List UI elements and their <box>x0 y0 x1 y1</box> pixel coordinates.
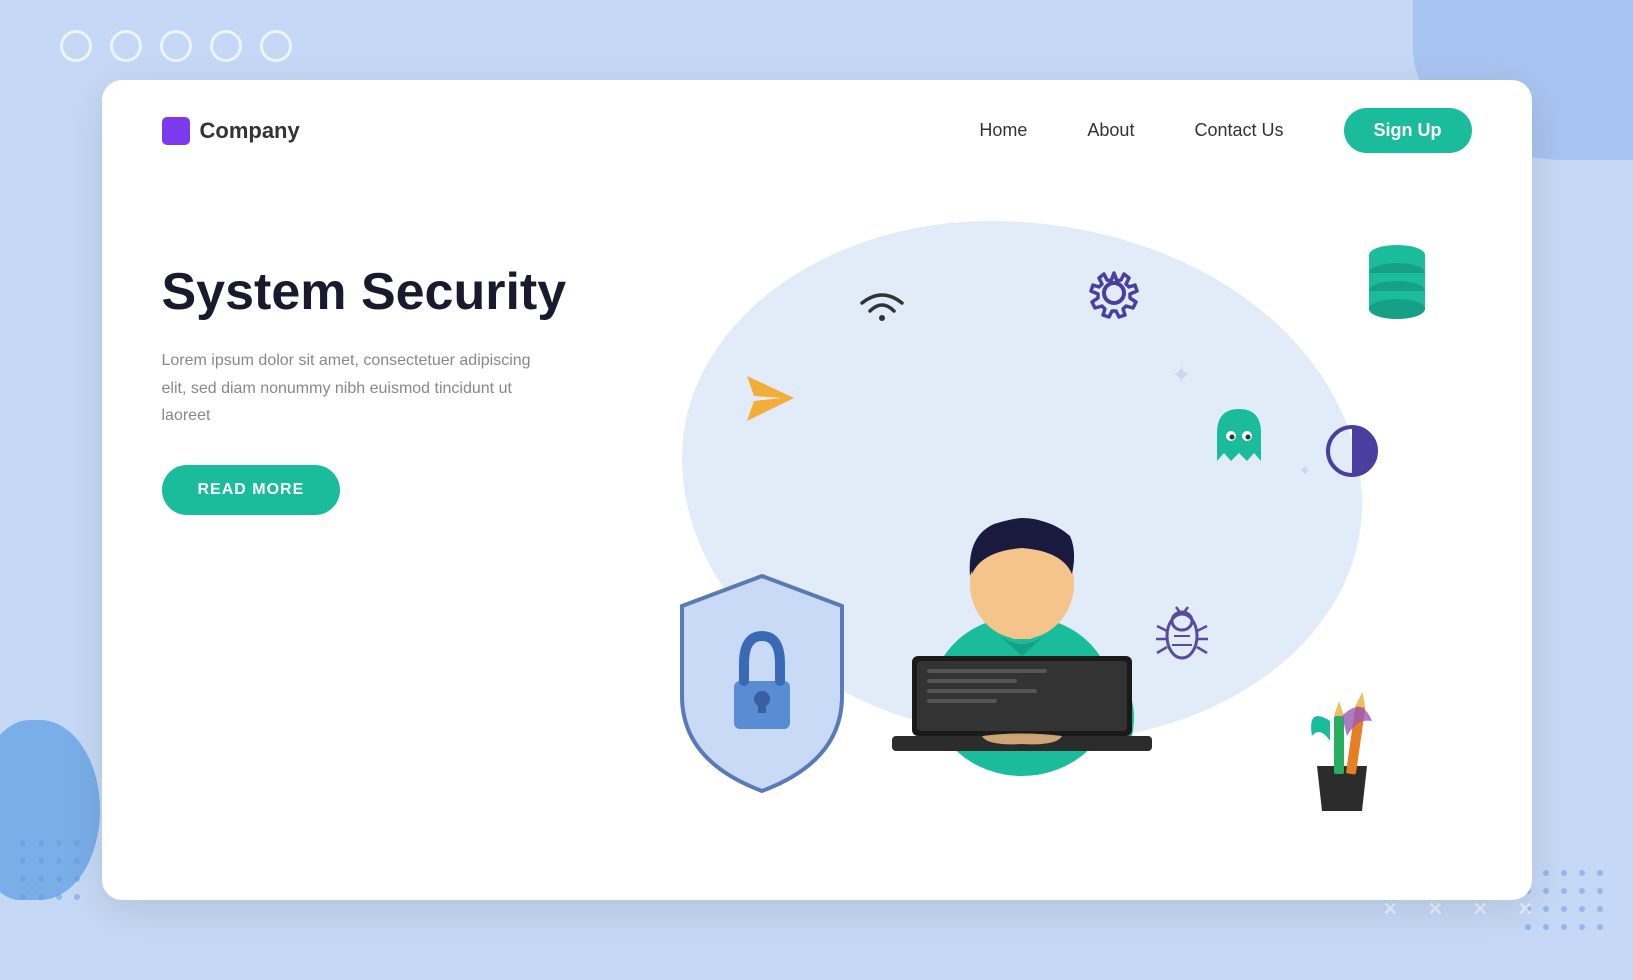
hero-left: System Security Lorem ipsum dolor sit am… <box>162 201 582 871</box>
bug-icon <box>1152 601 1212 671</box>
wifi-icon <box>852 281 912 336</box>
read-more-button[interactable]: READ MORE <box>162 465 341 515</box>
ghost-icon <box>1207 401 1272 481</box>
nav-contact[interactable]: Contact Us <box>1194 120 1283 141</box>
hero-section: System Security Lorem ipsum dolor sit am… <box>102 181 1532 900</box>
circles-decoration <box>60 30 292 62</box>
hero-illustration: ✦ ✦ <box>582 201 1472 871</box>
hero-title: System Security <box>162 261 582 323</box>
sparkle-icon-2: ✦ <box>1298 461 1311 481</box>
main-card: Company Home About Contact Us Sign Up Sy… <box>102 80 1532 900</box>
logo-text: Company <box>200 118 300 144</box>
dots-pattern-left <box>20 840 80 900</box>
navbar: Company Home About Contact Us Sign Up <box>102 80 1532 181</box>
half-circle-icon <box>1322 421 1382 486</box>
logo-icon <box>162 117 190 145</box>
signup-button[interactable]: Sign Up <box>1344 108 1472 153</box>
sparkle-icon-1: ✦ <box>1171 361 1191 390</box>
nav-links: Home About Contact Us Sign Up <box>979 108 1471 153</box>
hero-description: Lorem ipsum dolor sit amet, consectetuer… <box>162 347 542 429</box>
database-icon <box>1362 241 1432 326</box>
dots-pattern-right <box>1525 870 1603 930</box>
nav-about[interactable]: About <box>1087 120 1134 141</box>
logo: Company <box>162 117 300 145</box>
x-marks-decoration: ✕ ✕ ✕ ✕ <box>1383 899 1533 920</box>
send-icon <box>742 371 797 431</box>
gear-icon <box>1082 261 1147 331</box>
nav-home[interactable]: Home <box>979 120 1027 141</box>
plant-holder-icon <box>1292 686 1392 821</box>
